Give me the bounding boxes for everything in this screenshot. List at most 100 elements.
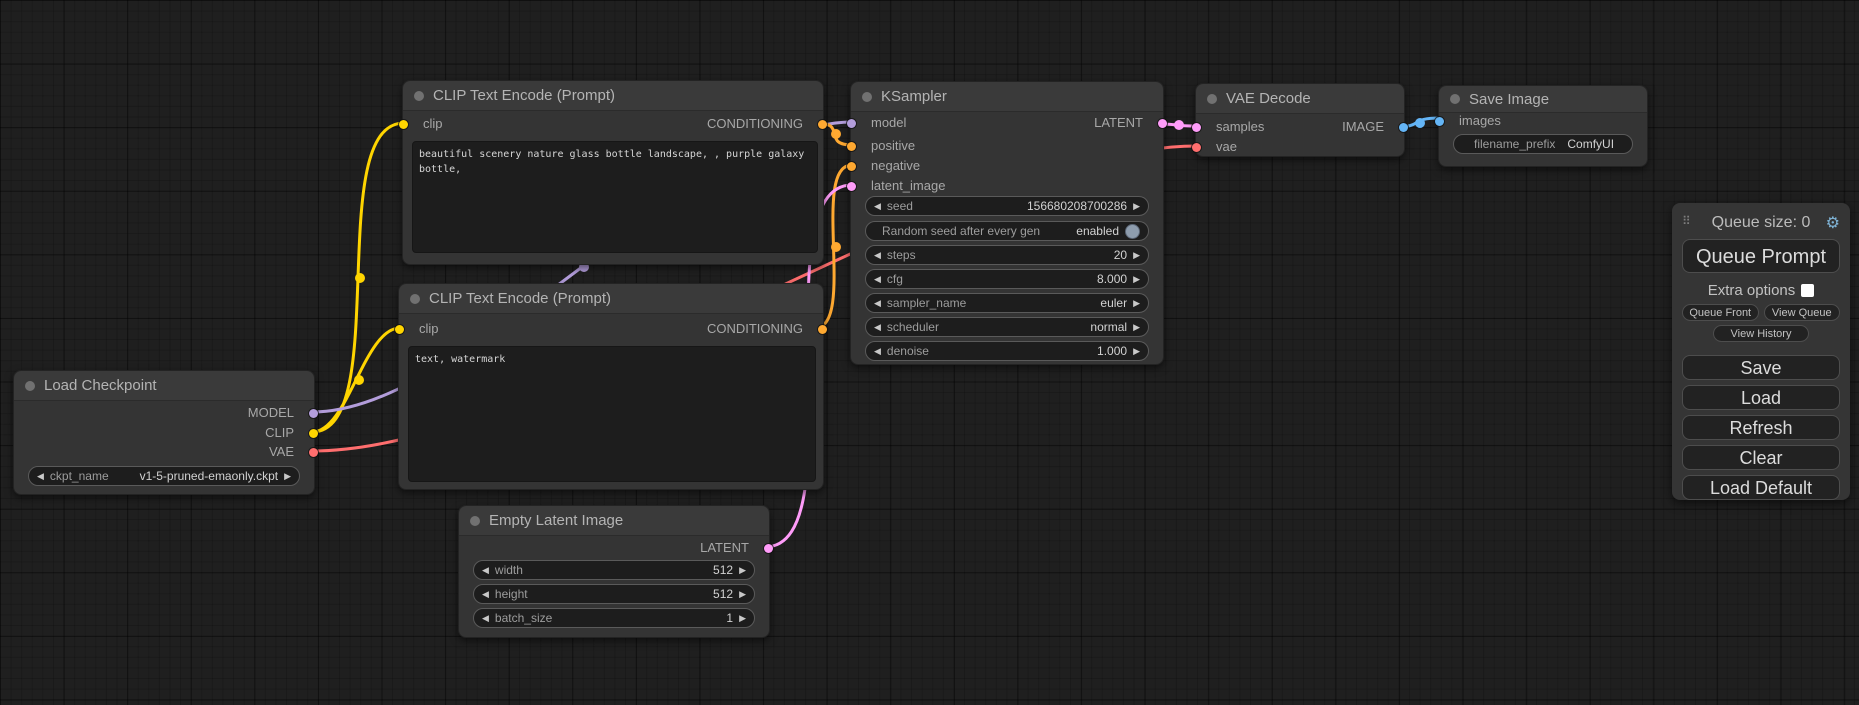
widget-value: v1-5-pruned-emaonly.ckpt (140, 469, 279, 483)
clear-button[interactable]: Clear (1682, 445, 1840, 470)
node-empty-latent-image[interactable]: Empty Latent Image LATENT ◀ width 512 ▶ … (458, 505, 770, 638)
node-graph-canvas[interactable]: Load Checkpoint MODEL CLIP VAE ◀ ckpt_na… (0, 0, 1859, 705)
right-arrow-icon[interactable]: ▶ (1133, 293, 1140, 313)
clip-input-dot[interactable] (395, 325, 404, 334)
ckpt-name-widget[interactable]: ◀ ckpt_name v1-5-pruned-emaonly.ckpt ▶ (28, 466, 300, 486)
sampler-name-widget[interactable]: ◀ sampler_name euler ▶ (865, 293, 1149, 313)
steps-widget[interactable]: ◀ steps 20 ▶ (865, 245, 1149, 265)
right-arrow-icon[interactable]: ▶ (1133, 269, 1140, 289)
node-ksampler[interactable]: KSampler model LATENT positive negative … (850, 81, 1164, 365)
link-midpoint-dot (1415, 118, 1425, 128)
right-arrow-icon[interactable]: ▶ (1133, 317, 1140, 337)
left-arrow-icon[interactable]: ◀ (874, 245, 881, 265)
positive-prompt-textarea[interactable]: beautiful scenery nature glass bottle la… (412, 141, 818, 253)
node-title-bar[interactable]: CLIP Text Encode (Prompt) (399, 284, 823, 314)
left-arrow-icon[interactable]: ◀ (874, 317, 881, 337)
right-arrow-icon[interactable]: ▶ (739, 560, 746, 580)
latent-image-input-dot[interactable] (847, 182, 856, 191)
conditioning-output-dot[interactable] (818, 325, 827, 334)
left-arrow-icon[interactable]: ◀ (482, 560, 489, 580)
collapse-dot-icon[interactable] (410, 294, 420, 304)
left-arrow-icon[interactable]: ◀ (874, 341, 881, 361)
node-title-bar[interactable]: Save Image (1439, 86, 1647, 113)
vae-port-dot[interactable] (309, 448, 318, 457)
negative-input-dot[interactable] (847, 162, 856, 171)
node-title-bar[interactable]: CLIP Text Encode (Prompt) (403, 81, 823, 111)
denoise-widget[interactable]: ◀ denoise 1.000 ▶ (865, 341, 1149, 361)
node-title-bar[interactable]: VAE Decode (1196, 84, 1404, 114)
conditioning-output-dot[interactable] (818, 120, 827, 129)
right-arrow-icon[interactable]: ▶ (1133, 245, 1140, 265)
right-arrow-icon[interactable]: ▶ (1133, 341, 1140, 361)
collapse-dot-icon[interactable] (414, 91, 424, 101)
widget-label: batch_size (495, 611, 552, 625)
extra-options-checkbox[interactable] (1801, 284, 1814, 297)
scheduler-widget[interactable]: ◀ scheduler normal ▶ (865, 317, 1149, 337)
left-arrow-icon[interactable]: ◀ (874, 196, 881, 216)
node-title-bar[interactable]: KSampler (851, 82, 1163, 112)
latent-output-dot[interactable] (764, 544, 773, 553)
images-input-dot[interactable] (1435, 117, 1444, 126)
filename-prefix-widget[interactable]: filename_prefix ComfyUI (1453, 134, 1633, 154)
negative-prompt-textarea[interactable]: text, watermark (408, 346, 816, 482)
positive-input-dot[interactable] (847, 142, 856, 151)
height-widget[interactable]: ◀ height 512 ▶ (473, 584, 755, 604)
random-seed-toggle-widget[interactable]: Random seed after every gen enabled (865, 221, 1149, 241)
node-clip-text-encode-negative[interactable]: CLIP Text Encode (Prompt) clip CONDITION… (398, 283, 824, 490)
drag-handle-icon[interactable]: ⠿ (1682, 214, 1692, 228)
right-arrow-icon[interactable]: ▶ (284, 466, 291, 486)
input-latent-image: latent_image (851, 178, 945, 194)
load-default-button[interactable]: Load Default (1682, 475, 1840, 500)
widget-value: 20 (1114, 248, 1127, 262)
input-label: samples (1216, 119, 1264, 135)
node-save-image[interactable]: Save Image images filename_prefix ComfyU… (1438, 85, 1648, 167)
left-arrow-icon[interactable]: ◀ (482, 608, 489, 628)
node-vae-decode[interactable]: VAE Decode samples IMAGE vae (1195, 83, 1405, 157)
queue-prompt-button[interactable]: Queue Prompt (1682, 239, 1840, 273)
view-history-button[interactable]: View History (1713, 325, 1809, 342)
input-vae: vae (1196, 139, 1237, 155)
left-arrow-icon[interactable]: ◀ (874, 269, 881, 289)
save-button[interactable]: Save (1682, 355, 1840, 380)
left-arrow-icon[interactable]: ◀ (482, 584, 489, 604)
right-arrow-icon[interactable]: ▶ (739, 584, 746, 604)
clip-port-dot[interactable] (309, 429, 318, 438)
latent-output-dot[interactable] (1158, 119, 1167, 128)
collapse-dot-icon[interactable] (862, 92, 872, 102)
input-images: images (1439, 113, 1501, 129)
refresh-button[interactable]: Refresh (1682, 415, 1840, 440)
view-queue-button[interactable]: View Queue (1764, 304, 1841, 321)
node-title: CLIP Text Encode (Prompt) (429, 290, 611, 307)
input-label: vae (1216, 139, 1237, 154)
collapse-dot-icon[interactable] (1207, 94, 1217, 104)
width-widget[interactable]: ◀ width 512 ▶ (473, 560, 755, 580)
right-arrow-icon[interactable]: ▶ (739, 608, 746, 628)
toggle-enabled-icon[interactable] (1125, 224, 1140, 239)
output-label: LATENT (1094, 115, 1143, 131)
left-arrow-icon[interactable]: ◀ (874, 293, 881, 313)
image-output-dot[interactable] (1399, 123, 1408, 132)
collapse-dot-icon[interactable] (25, 381, 35, 391)
collapse-dot-icon[interactable] (470, 516, 480, 526)
gear-icon[interactable]: ⚙ (1826, 213, 1840, 233)
batch-size-widget[interactable]: ◀ batch_size 1 ▶ (473, 608, 755, 628)
collapse-dot-icon[interactable] (1450, 94, 1460, 104)
widget-value: euler (1100, 296, 1127, 310)
load-button[interactable]: Load (1682, 385, 1840, 410)
node-title-bar[interactable]: Empty Latent Image (459, 506, 769, 536)
samples-input-dot[interactable] (1192, 123, 1201, 132)
cfg-widget[interactable]: ◀ cfg 8.000 ▶ (865, 269, 1149, 289)
link-midpoint-dot (831, 242, 841, 252)
model-port-dot[interactable] (309, 409, 318, 418)
vae-input-dot[interactable] (1192, 143, 1201, 152)
queue-small-buttons: Queue Front View Queue (1682, 304, 1840, 321)
queue-front-button[interactable]: Queue Front (1682, 304, 1759, 321)
node-clip-text-encode-positive[interactable]: CLIP Text Encode (Prompt) clip CONDITION… (402, 80, 824, 265)
left-arrow-icon[interactable]: ◀ (37, 466, 44, 486)
model-input-dot[interactable] (847, 119, 856, 128)
seed-widget[interactable]: ◀ seed 156680208700286 ▶ (865, 196, 1149, 216)
node-title-bar[interactable]: Load Checkpoint (14, 371, 314, 401)
clip-input-dot[interactable] (399, 120, 408, 129)
node-load-checkpoint[interactable]: Load Checkpoint MODEL CLIP VAE ◀ ckpt_na… (13, 370, 315, 495)
right-arrow-icon[interactable]: ▶ (1133, 196, 1140, 216)
